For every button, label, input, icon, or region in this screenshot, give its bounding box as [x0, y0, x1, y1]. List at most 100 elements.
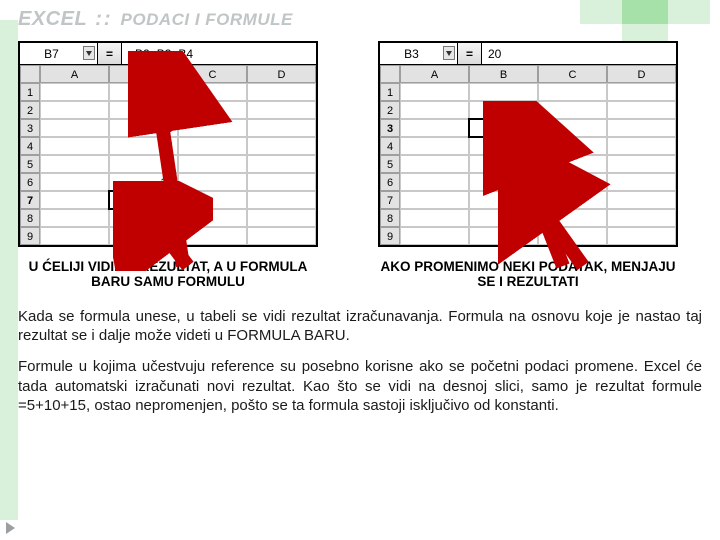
row-header[interactable]: 9	[380, 227, 400, 245]
cell[interactable]: 15	[109, 137, 178, 155]
cell[interactable]: 5	[469, 101, 538, 119]
col-header[interactable]: C	[178, 65, 247, 83]
cell[interactable]	[607, 227, 676, 245]
row-header[interactable]: 2	[380, 101, 400, 119]
cell[interactable]	[538, 137, 607, 155]
cell[interactable]: 10	[109, 119, 178, 137]
cell[interactable]	[538, 191, 607, 209]
cell[interactable]	[40, 173, 109, 191]
cell[interactable]	[538, 209, 607, 227]
cell[interactable]	[607, 119, 676, 137]
col-header[interactable]: A	[400, 65, 469, 83]
cell[interactable]	[178, 137, 247, 155]
cell[interactable]	[40, 119, 109, 137]
cell[interactable]	[607, 83, 676, 101]
cell[interactable]	[247, 227, 316, 245]
cell[interactable]	[40, 191, 109, 209]
cell[interactable]	[607, 191, 676, 209]
cell[interactable]: 40	[469, 227, 538, 245]
row-header[interactable]: 6	[20, 173, 40, 191]
cell[interactable]	[178, 155, 247, 173]
cell[interactable]	[40, 155, 109, 173]
cell[interactable]: 5	[109, 101, 178, 119]
cell[interactable]	[538, 101, 607, 119]
row-header[interactable]: 7	[20, 191, 40, 209]
cell[interactable]: 30	[469, 173, 538, 191]
cell[interactable]: 30	[109, 227, 178, 245]
chevron-down-icon[interactable]	[83, 46, 95, 60]
cell[interactable]	[469, 155, 538, 173]
row-header[interactable]: 8	[380, 209, 400, 227]
row-header[interactable]: 6	[380, 173, 400, 191]
cell[interactable]	[400, 83, 469, 101]
row-header[interactable]: 3	[20, 119, 40, 137]
col-header[interactable]: B	[109, 65, 178, 83]
col-header[interactable]: C	[538, 65, 607, 83]
equals-button[interactable]: =	[98, 43, 122, 64]
cell[interactable]	[607, 173, 676, 191]
row-header[interactable]: 9	[20, 227, 40, 245]
cell[interactable]	[607, 101, 676, 119]
cell[interactable]: 40	[469, 191, 538, 209]
col-header[interactable]: B	[469, 65, 538, 83]
row-header[interactable]: 2	[20, 101, 40, 119]
cell[interactable]	[247, 173, 316, 191]
next-slide-icon[interactable]	[6, 522, 15, 534]
equals-button[interactable]: =	[458, 43, 482, 64]
cell[interactable]	[178, 191, 247, 209]
cell[interactable]	[400, 119, 469, 137]
formula-bar[interactable]: =B2+B3+B4	[122, 43, 316, 64]
cell[interactable]	[109, 155, 178, 173]
row-header[interactable]: 7	[380, 191, 400, 209]
cell[interactable]	[400, 191, 469, 209]
cell[interactable]	[40, 227, 109, 245]
cell[interactable]	[178, 119, 247, 137]
cell[interactable]	[400, 101, 469, 119]
row-header[interactable]: 8	[20, 209, 40, 227]
cell[interactable]	[178, 209, 247, 227]
cell[interactable]	[607, 155, 676, 173]
cell[interactable]	[469, 83, 538, 101]
cell[interactable]	[247, 101, 316, 119]
name-box[interactable]: B7	[20, 43, 98, 64]
cell[interactable]	[40, 137, 109, 155]
cell[interactable]	[607, 209, 676, 227]
chevron-down-icon[interactable]	[443, 46, 455, 60]
cell[interactable]	[178, 83, 247, 101]
row-header[interactable]: 4	[20, 137, 40, 155]
cell[interactable]	[400, 209, 469, 227]
name-box[interactable]: B3	[380, 43, 458, 64]
cell[interactable]	[538, 173, 607, 191]
cell[interactable]	[247, 209, 316, 227]
cell[interactable]	[247, 191, 316, 209]
cell[interactable]	[178, 101, 247, 119]
cell[interactable]	[538, 155, 607, 173]
cell[interactable]	[400, 173, 469, 191]
row-header[interactable]: 5	[20, 155, 40, 173]
formula-bar[interactable]: 20	[482, 43, 676, 64]
cell[interactable]	[538, 227, 607, 245]
cell[interactable]	[607, 137, 676, 155]
cell[interactable]	[247, 119, 316, 137]
cell[interactable]	[538, 119, 607, 137]
cell[interactable]	[247, 137, 316, 155]
col-header[interactable]: D	[607, 65, 676, 83]
cell[interactable]	[247, 155, 316, 173]
col-header[interactable]: D	[247, 65, 316, 83]
row-header[interactable]: 5	[380, 155, 400, 173]
cell[interactable]: 30	[109, 209, 178, 227]
row-header[interactable]: 3	[380, 119, 400, 137]
cell[interactable]	[178, 227, 247, 245]
corner-header[interactable]	[20, 65, 40, 83]
corner-header[interactable]	[380, 65, 400, 83]
cell[interactable]	[40, 83, 109, 101]
cell[interactable]	[400, 227, 469, 245]
cell[interactable]	[40, 101, 109, 119]
row-header[interactable]: 1	[380, 83, 400, 101]
row-header[interactable]: 1	[20, 83, 40, 101]
cell[interactable]	[109, 83, 178, 101]
cell[interactable]	[178, 173, 247, 191]
cell-active[interactable]: 30	[109, 191, 178, 209]
cell[interactable]: 30	[109, 173, 178, 191]
cell[interactable]	[247, 83, 316, 101]
